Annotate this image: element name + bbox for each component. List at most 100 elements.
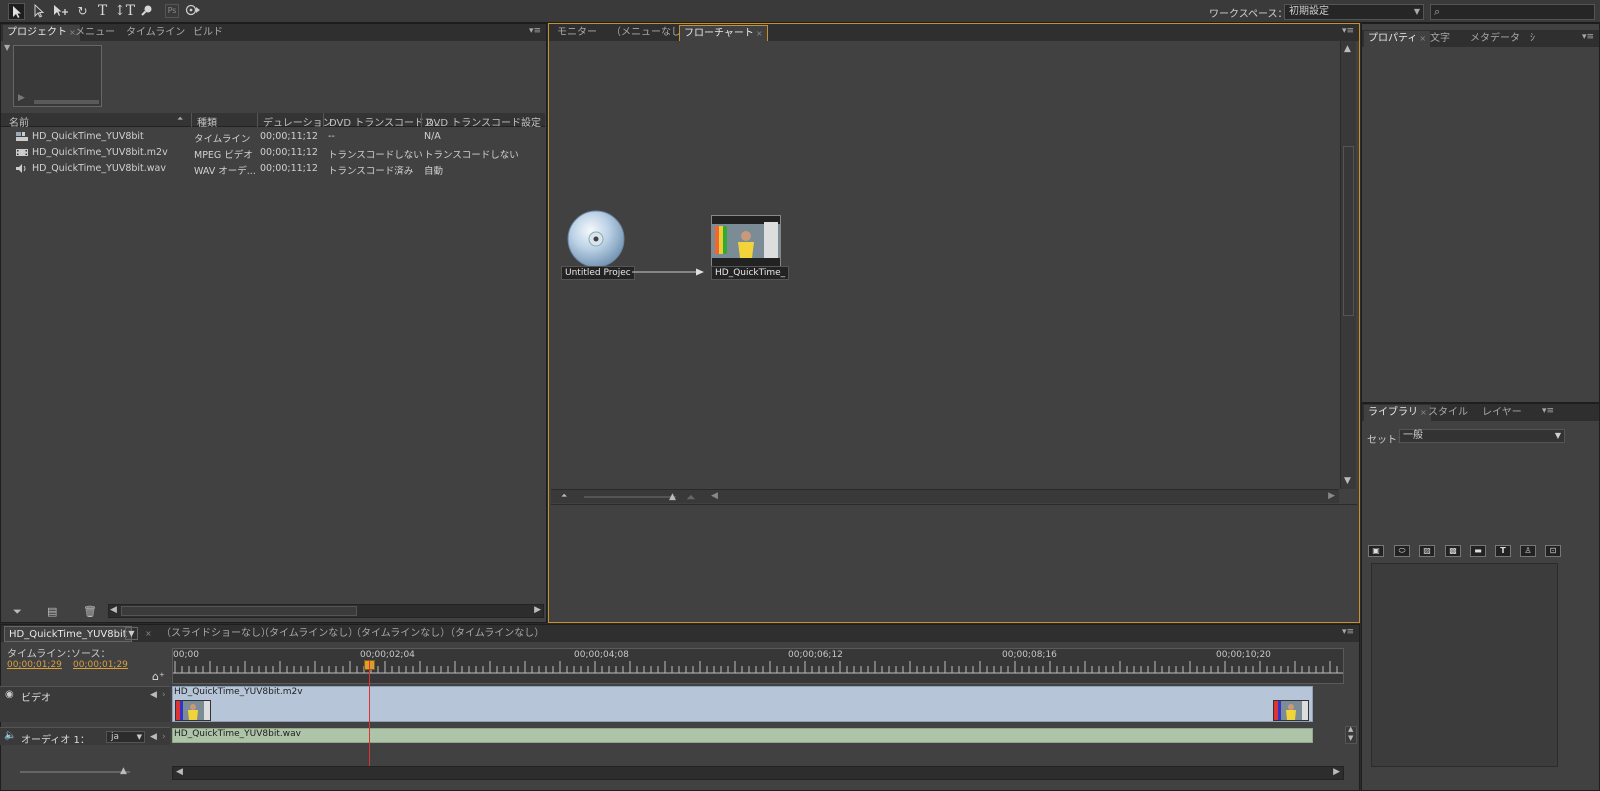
brush-icon[interactable]: ♙ [1520,545,1536,557]
timeline-ruler[interactable] [172,648,1344,684]
scroll-left-icon[interactable]: ◀ [176,767,183,777]
move-tool-icon[interactable] [52,3,69,20]
timeline-hscrollbar[interactable]: ◀ ▶ [172,766,1344,780]
panel-menu-icon[interactable]: ▾≡ [1342,26,1354,36]
import-icon[interactable]: ⊡ [1545,545,1561,557]
trash-icon[interactable]: 🗑 [83,605,97,618]
tab-styles[interactable]: スタイル [1424,405,1472,421]
scroll-right-icon[interactable]: ▶ [1333,767,1340,777]
col-divider[interactable] [421,113,422,127]
vertical-text-tool-icon[interactable]: ↕T [114,3,135,20]
flowchart-canvas[interactable]: Untitled Projec HD_QuickTime_ [551,41,1339,489]
prev-keyframe-icon[interactable]: ◀ [150,732,157,742]
scroll-right-icon[interactable]: ▶ [1328,491,1335,501]
timeline-zoom-slider[interactable] [20,771,130,773]
workspace-select[interactable]: 初期設定 ▼ [1284,4,1424,20]
scroll-up-icon[interactable]: ▲ [1344,44,1351,54]
scroll-thumb[interactable] [1343,146,1354,316]
text-icon[interactable]: T [1495,545,1511,557]
zoom-tool-icon[interactable] [138,3,155,20]
scroll-down-icon[interactable]: ▼ [1348,734,1353,742]
tab-monitor[interactable]: モニター [553,25,601,41]
tab-layers[interactable]: レイヤー [1478,405,1526,421]
panel-collapse-icon[interactable]: ▼ [4,43,10,52]
video-thumbnail[interactable] [711,215,781,267]
project-hscrollbar[interactable]: ◀ ▶ [108,604,544,618]
next-keyframe-icon[interactable]: › [162,732,166,742]
rotate-tool-icon[interactable]: ↻ [74,3,91,20]
button-icon[interactable]: ▣ [1368,545,1384,557]
timeline-timecode[interactable]: 00;00;01;29 [7,660,62,670]
close-icon[interactable]: × [141,626,154,642]
folder-icon[interactable]: ▬ [1470,545,1486,557]
scroll-right-icon[interactable]: ▶ [534,605,541,615]
track-vscrollbar[interactable]: ▲ ▼ [1345,725,1357,744]
text-tool-icon[interactable]: T [94,3,111,20]
filter-icon[interactable]: ⏷ [13,605,22,619]
zoom-out-icon[interactable]: ⏶ [561,491,567,501]
tab-overflow[interactable]: ｼ [1526,31,1539,47]
project-row[interactable]: HD_QuickTime_YUV8bit.wav WAV オーデ... 00;0… [1,161,545,177]
timeline-zoom-thumb[interactable]: ▲ [120,766,127,776]
scroll-down-icon[interactable]: ▼ [1344,476,1351,486]
video-clip[interactable]: HD_QuickTime_YUV8bit.m2v [172,686,1313,722]
close-icon[interactable]: × [756,29,763,38]
tab-properties[interactable]: プロパティ × [1364,31,1431,47]
scroll-left-icon[interactable]: ◀ [711,491,718,501]
project-row[interactable]: HD_QuickTime_YUV8bit.m2v MPEG ビデオ 00;00;… [1,145,545,161]
oval-button-icon[interactable]: ⬭ [1394,545,1410,557]
zoom-in-icon[interactable]: ⏶ [686,490,696,505]
scroll-thumb[interactable] [121,606,357,616]
tab-timeline-main[interactable]: HD_QuickTime_YUV8bit [4,626,132,642]
search-input[interactable]: ⌕ [1430,4,1595,20]
library-items-area[interactable] [1371,563,1558,767]
image-icon[interactable]: ▨ [1419,545,1435,557]
node-label[interactable]: Untitled Projec [561,266,635,280]
tab-library[interactable]: ライブラリ × [1364,405,1431,421]
zoom-slider[interactable] [584,496,676,498]
preview-icon[interactable] [184,3,201,20]
tab-timeline[interactable]: タイムライン [122,25,189,41]
flowchart-vscrollbar[interactable]: ▲ ▼ [1340,41,1356,489]
scroll-up-icon[interactable]: ▲ [1348,725,1353,733]
tab-build[interactable]: ビルド [189,25,227,41]
col-type[interactable]: 種類 [197,114,217,129]
tab-character[interactable]: 文字 [1426,31,1454,47]
next-keyframe-icon[interactable]: › [162,690,166,700]
source-timecode[interactable]: 00;00;01;29 [73,660,128,670]
tab-no-timeline[interactable]: （タイムラインなし） [441,626,548,642]
node-label[interactable]: HD_QuickTime_ [711,266,790,280]
preview-scrubber[interactable] [34,100,99,104]
zoom-slider-thumb[interactable]: ▲ [669,492,676,502]
panel-menu-icon[interactable]: ▾≡ [529,26,541,36]
direct-select-tool-icon[interactable] [30,3,47,20]
add-marker-icon[interactable]: ⌂⁺ [152,670,165,683]
col-name[interactable]: 名前 [9,114,29,129]
selection-tool-icon[interactable] [8,3,25,20]
col-divider[interactable] [257,113,258,127]
sort-ascending-icon[interactable]: ⏶ [177,114,183,124]
panel-menu-icon[interactable]: ▾≡ [1582,32,1594,42]
tab-project[interactable]: プロジェクト × [3,25,80,41]
audio-language-select[interactable]: ja ▼ [106,731,145,743]
col-divider[interactable] [323,113,324,127]
eye-icon[interactable]: ◉ [5,689,14,700]
tab-metadata[interactable]: メタデータ [1466,31,1524,47]
project-row[interactable]: HD_QuickTime_YUV8bit タイムライン 00;00;11;12 … [1,129,545,145]
set-select[interactable]: 一般 ▼ [1399,429,1565,443]
tab-no-timeline[interactable]: （タイムラインなし） [347,626,454,642]
panel-menu-icon[interactable]: ▾≡ [1542,406,1554,416]
chevron-down-icon[interactable]: ▼ [125,627,138,640]
speaker-icon[interactable]: 🔈 [4,730,16,741]
col-transcode-setting[interactable]: DVD トランスコード設定 [426,114,541,129]
tab-menu[interactable]: メニュー [71,25,119,41]
audio-clip[interactable]: HD_QuickTime_YUV8bit.wav [172,728,1313,743]
new-item-icon[interactable]: ▤ [47,605,57,618]
photoshop-button[interactable]: Ps [165,4,179,18]
col-divider[interactable] [191,113,192,127]
tab-flowchart[interactable]: フローチャート × [679,25,768,41]
panel-menu-icon[interactable]: ▾≡ [1342,627,1354,637]
disc-icon[interactable] [566,209,626,269]
pattern-icon[interactable]: ▩ [1445,545,1461,557]
play-icon[interactable]: ▶ [18,93,25,103]
